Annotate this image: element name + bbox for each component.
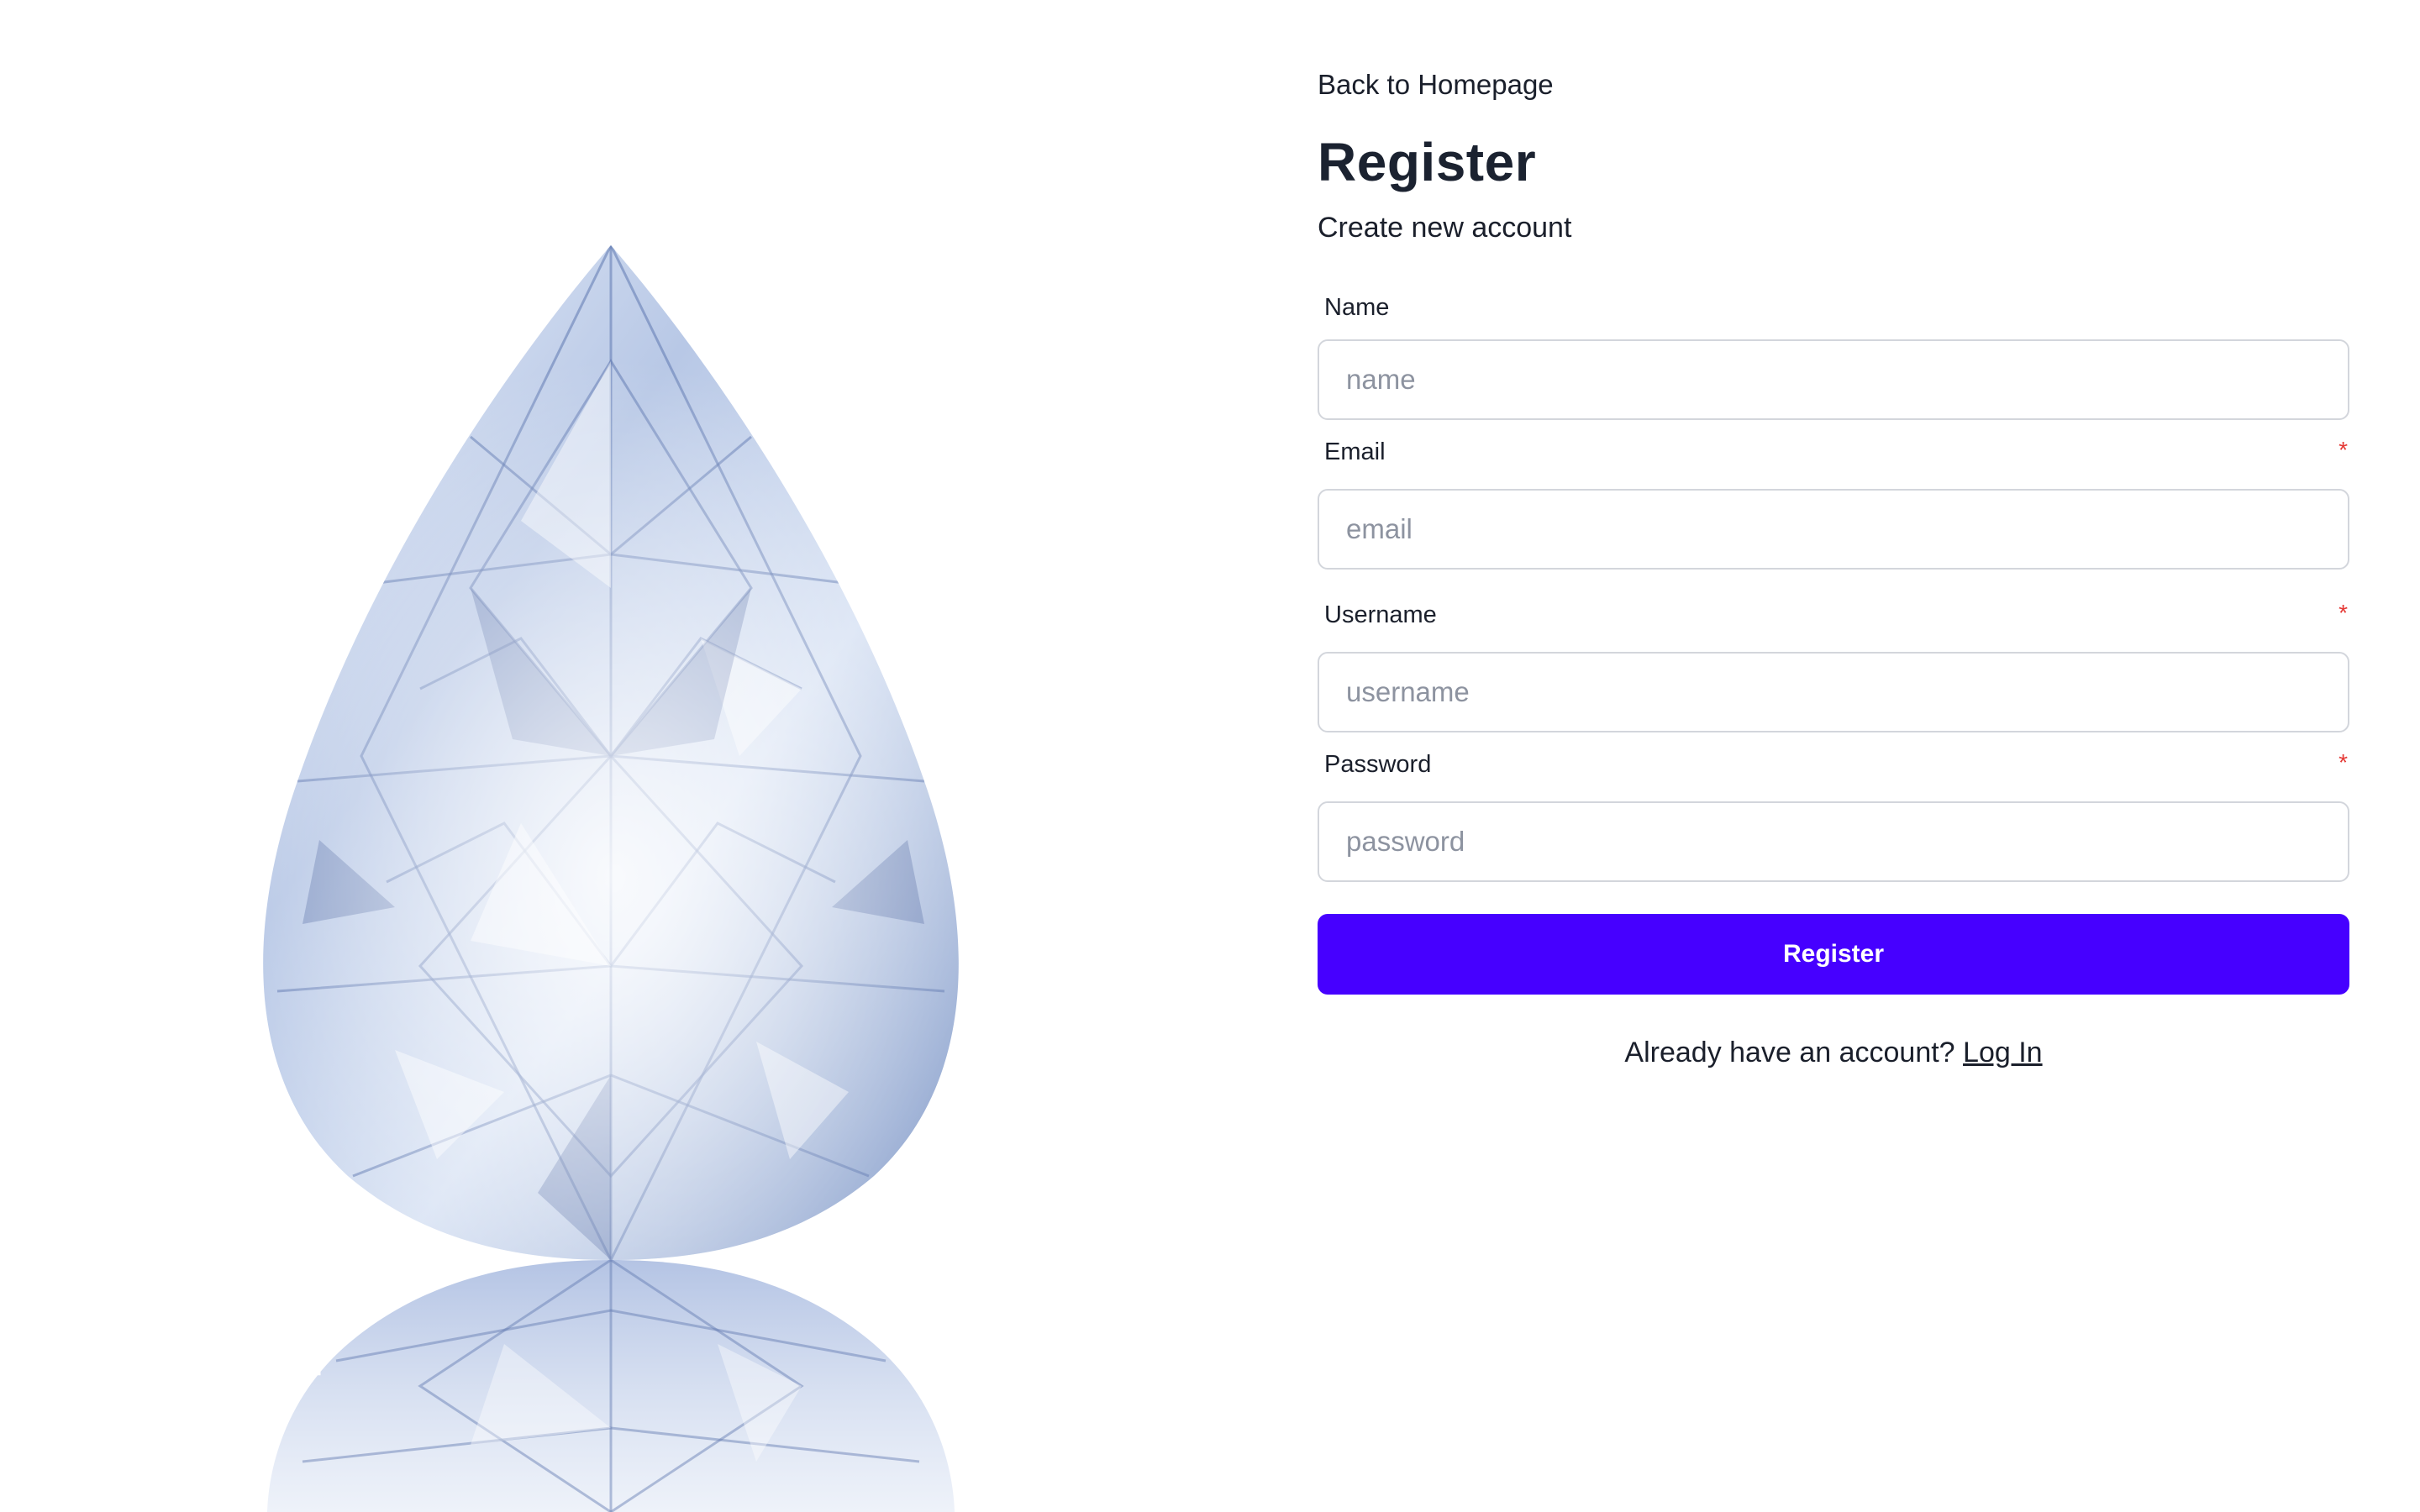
register-button[interactable]: Register: [1318, 914, 2349, 995]
name-input[interactable]: [1318, 339, 2349, 420]
login-prompt-text: Already have an account?: [1624, 1037, 1955, 1068]
email-required-mark: *: [2338, 437, 2348, 463]
name-label: Name: [1324, 294, 1390, 321]
username-input[interactable]: [1318, 652, 2349, 732]
register-panel: Back to Homepage Register Create new acc…: [1318, 0, 2353, 1512]
username-required-mark: *: [2338, 600, 2348, 626]
pear-diamond-image: [263, 245, 959, 1512]
page-subtitle: Create new account: [1318, 212, 1572, 244]
log-in-link[interactable]: Log In: [1963, 1037, 2043, 1068]
password-required-mark: *: [2338, 749, 2348, 775]
login-prompt: Already have an account? Log In: [1318, 1037, 2349, 1069]
password-label: Password: [1324, 751, 1432, 778]
back-to-homepage-link[interactable]: Back to Homepage: [1318, 69, 1554, 101]
password-input[interactable]: [1318, 801, 2349, 882]
hero-panel: [0, 0, 1227, 1512]
username-label: Username: [1324, 601, 1437, 628]
page-title: Register: [1318, 132, 1537, 192]
email-input[interactable]: [1318, 489, 2349, 570]
register-page: Back to Homepage Register Create new acc…: [0, 0, 2420, 1512]
email-label: Email: [1324, 438, 1386, 465]
